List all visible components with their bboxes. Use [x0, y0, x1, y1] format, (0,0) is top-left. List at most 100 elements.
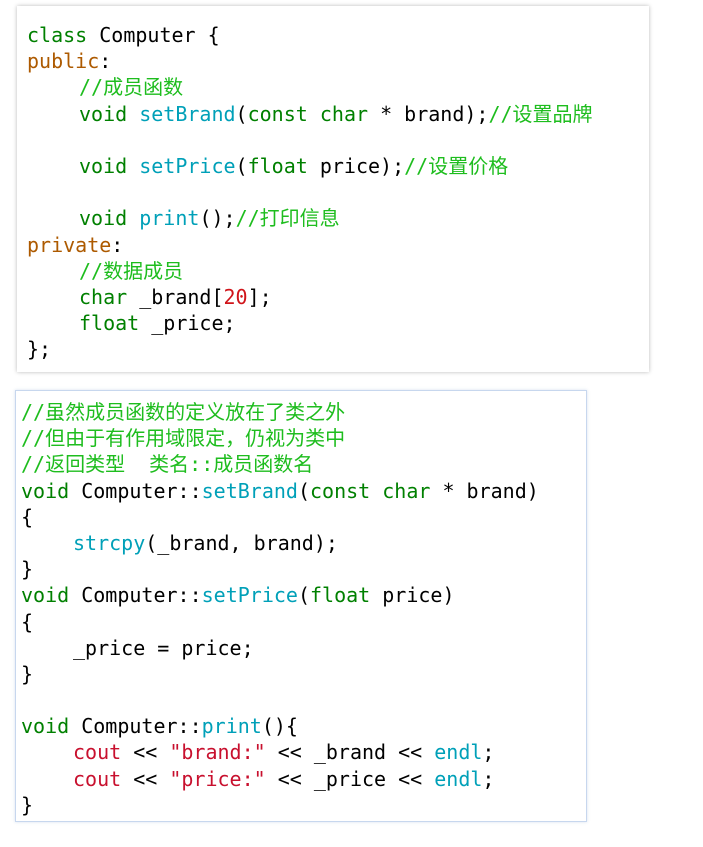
code-token: char [79, 284, 128, 309]
code-token: void [21, 714, 70, 739]
code-line: float _price; [27, 310, 649, 336]
code-token: * brand); [368, 101, 489, 126]
code-token: //打印信息 [235, 206, 340, 231]
code-line: //虽然成员函数的定义放在了类之外 [21, 399, 586, 425]
code-line: } [21, 661, 586, 687]
code-token: Computer:: [69, 583, 202, 608]
code-token: char [382, 478, 431, 503]
code-token: //返回类型 类名::成员函数名 [21, 452, 314, 477]
code-token: const [310, 478, 371, 503]
code-token: //成员函数 [79, 75, 184, 100]
code-token: const [247, 101, 308, 126]
code-token: void [21, 478, 70, 503]
code-line: strcpy(_brand, brand); [21, 530, 586, 556]
code-token: void [21, 583, 70, 608]
code-token: cout [73, 766, 122, 791]
code-token: { [21, 504, 34, 529]
code-token: //设置价格 [404, 153, 509, 178]
code-token: //但由于有作用域限定，仍视为类中 [21, 426, 346, 451]
code-token: _price = price; [73, 635, 254, 660]
code-line: cout << "price:" << _price << endl; [21, 766, 586, 792]
code-token: print [201, 714, 262, 739]
code-token: float [79, 311, 140, 336]
code-token: //数据成员 [79, 258, 184, 283]
code-token: void [79, 153, 128, 178]
code-line: //但由于有作用域限定，仍视为类中 [21, 425, 586, 451]
code-line: } [21, 556, 586, 582]
code-token: ( [235, 101, 248, 126]
code-line: { [21, 609, 586, 635]
code-line: void Computer::print(){ [21, 713, 586, 739]
code-token: : [99, 49, 112, 74]
code-line: cout << "brand:" << _brand << endl; [21, 739, 586, 765]
code-token: setPrice [201, 583, 298, 608]
code-token: price); [307, 153, 405, 178]
code-token: public [27, 49, 100, 74]
code-line: void Computer::setBrand(const char * bra… [21, 478, 586, 504]
code-token: ]; [247, 284, 272, 309]
code-token: Computer:: [69, 478, 202, 503]
code-line: void Computer::setPrice(float price) [21, 582, 586, 608]
code-token: ( [297, 583, 310, 608]
code-token: ( [297, 478, 310, 503]
code-token: float [247, 153, 308, 178]
code-token: (); [199, 206, 236, 231]
code-token: << _brand << [265, 740, 435, 765]
class-declaration-code-panel: class Computer {public://成员函数 void setBra… [17, 6, 649, 372]
code-token: setPrice [139, 153, 236, 178]
code-line: class Computer { [27, 22, 649, 48]
code-line: char _brand[20]; [27, 284, 649, 310]
code-token: cout [73, 740, 122, 765]
code-token: class [27, 23, 88, 47]
code-token: private [27, 232, 112, 257]
code-line: { [21, 504, 586, 530]
code-token: } [21, 557, 34, 582]
code-line: private: [27, 232, 649, 258]
code-token: char [319, 101, 369, 126]
code-token: _price; [139, 311, 236, 336]
code-token: price) [370, 583, 455, 608]
code-token: print [139, 206, 200, 231]
code-token: }; [27, 337, 52, 362]
code-token: * brand) [430, 478, 539, 503]
code-token: "brand:" [169, 740, 266, 765]
code-token: //虽然成员函数的定义放在了类之外 [21, 400, 346, 424]
code-token: _brand[ [127, 284, 224, 309]
code-token: << _price << [265, 766, 435, 791]
code-line: _price = price; [21, 635, 586, 661]
code-line: }; [27, 336, 649, 362]
code-line: //数据成员 [27, 258, 649, 284]
code-line: void setBrand(const char * brand);//设置品牌 [27, 101, 649, 127]
code-token: : [111, 232, 124, 257]
code-token: << [121, 740, 170, 765]
code-token: } [21, 661, 34, 686]
code-token: setBrand [139, 101, 236, 126]
code-token: setBrand [201, 478, 298, 503]
member-definitions-code-panel: //虽然成员函数的定义放在了类之外//但由于有作用域限定，仍视为类中//返回类型… [15, 390, 587, 822]
code-token: "price:" [169, 766, 266, 791]
code-token: (){ [261, 714, 298, 739]
code-line: } [21, 792, 586, 818]
code-line: //成员函数 [27, 74, 649, 100]
code-token: { [21, 609, 34, 634]
code-token: endl [434, 766, 483, 791]
code-token: } [21, 792, 34, 817]
code-token: void [79, 101, 128, 126]
code-token: ; [482, 740, 495, 765]
code-token: Computer:: [69, 714, 202, 739]
code-line: void setPrice(float price);//设置价格 [27, 153, 649, 179]
code-token: strcpy [73, 530, 146, 555]
code-token: endl [434, 740, 483, 765]
code-token: ( [235, 153, 248, 178]
code-token: void [79, 206, 128, 231]
code-token: ; [482, 766, 495, 791]
code-token: Computer { [87, 23, 220, 47]
code-token: (_brand, brand); [145, 530, 338, 555]
code-token: //设置品牌 [488, 101, 593, 126]
